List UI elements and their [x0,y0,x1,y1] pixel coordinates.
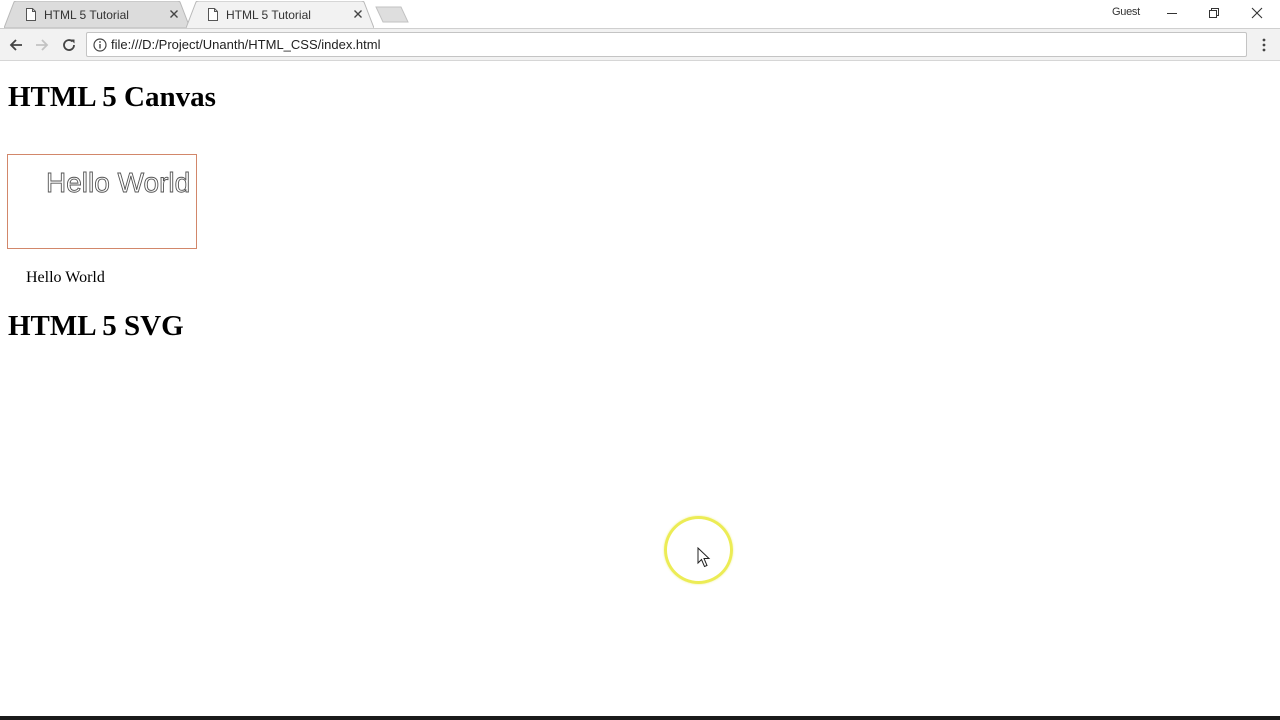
tab-strip: HTML 5 Tutorial HTML 5 Tutorial Guest [0,0,1280,28]
window-close-button[interactable] [1237,0,1277,26]
tab-inactive[interactable]: HTML 5 Tutorial [4,1,190,28]
taskbar-edge [0,716,1280,720]
tab-title: HTML 5 Tutorial [44,7,129,22]
reload-icon [63,39,75,51]
tab-close-icon[interactable] [168,8,180,20]
info-icon[interactable] [93,37,107,52]
tab-close-icon[interactable] [352,8,364,20]
canvas-heading: HTML 5 Canvas [8,81,216,113]
page-viewport: HTML 5 Canvas Hello World Hello World HT… [0,62,1280,716]
browser-toolbar: file:///D:/Project/Unanth/HTML_CSS/index… [0,28,1280,61]
minimize-button[interactable] [1152,0,1192,26]
profile-label[interactable]: Guest [1112,6,1140,18]
url-text[interactable]: file:///D:/Project/Unanth/HTML_CSS/index… [111,37,381,52]
canvas-hello-text: Hello World [46,167,190,198]
tab-active[interactable]: HTML 5 Tutorial [186,1,374,28]
address-bar[interactable]: file:///D:/Project/Unanth/HTML_CSS/index… [86,32,1247,57]
mouse-pointer-icon [697,546,711,569]
back-button[interactable] [4,33,28,57]
more-vert-icon [1262,38,1266,52]
back-arrow-icon [9,39,22,51]
new-tab-button[interactable] [375,6,409,23]
tab-title: HTML 5 Tutorial [226,7,311,22]
document-icon [208,8,218,21]
forward-arrow-icon [36,39,49,51]
restore-button[interactable] [1194,0,1234,26]
browser-menu-button[interactable] [1254,34,1274,56]
svg-heading: HTML 5 SVG [8,310,184,342]
reload-button[interactable] [57,33,81,57]
html-canvas: Hello World [7,154,197,249]
close-icon [1251,7,1263,19]
forward-button[interactable] [30,33,54,57]
hello-world-text: Hello World [26,269,105,286]
document-icon [26,8,36,21]
minimize-icon [1167,13,1177,14]
restore-icon [1209,8,1219,18]
